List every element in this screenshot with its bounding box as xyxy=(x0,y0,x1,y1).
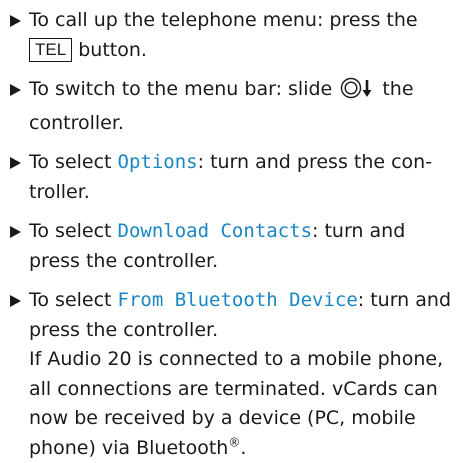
bullet-triangle-icon xyxy=(10,157,21,169)
menu-item-download-contacts: Download Contacts xyxy=(117,220,313,242)
registered-mark: ® xyxy=(228,435,241,450)
bullet-triangle-icon xyxy=(10,295,21,307)
step-select-download-contacts: To select Download Contacts: turn and pr… xyxy=(10,217,460,276)
step-select-from-bluetooth-device: To select From Bluetooth Device: turn an… xyxy=(10,286,460,463)
step-text: To select xyxy=(29,151,112,173)
bullet-triangle-icon xyxy=(10,15,21,27)
instruction-steps: To call up the telephone menu: press the… xyxy=(10,6,460,463)
step-call-telephone-menu: To call up the telephone menu: press the… xyxy=(10,6,460,65)
bullet-triangle-icon xyxy=(10,226,21,238)
step-switch-menu-bar: To switch to the menu bar: slide the con… xyxy=(10,75,460,138)
instruction-page: To call up the telephone menu: press the… xyxy=(0,0,463,459)
step-select-options: To select Options: turn and press the co… xyxy=(10,148,460,207)
menu-item-from-bluetooth-device: From Bluetooth Device xyxy=(117,289,358,311)
menu-item-options: Options xyxy=(117,151,198,173)
step-text: To select xyxy=(29,220,112,242)
bullet-triangle-icon xyxy=(10,84,21,96)
step-text: button. xyxy=(78,38,147,61)
controller-slide-down-icon xyxy=(340,77,374,109)
tel-button-label: TEL xyxy=(29,37,73,62)
step-text: To call up the telephone menu: press the xyxy=(29,9,418,31)
note-end: . xyxy=(240,436,247,459)
step-text: To switch to the menu bar: slide xyxy=(29,78,333,100)
step-text: To select xyxy=(29,289,112,311)
